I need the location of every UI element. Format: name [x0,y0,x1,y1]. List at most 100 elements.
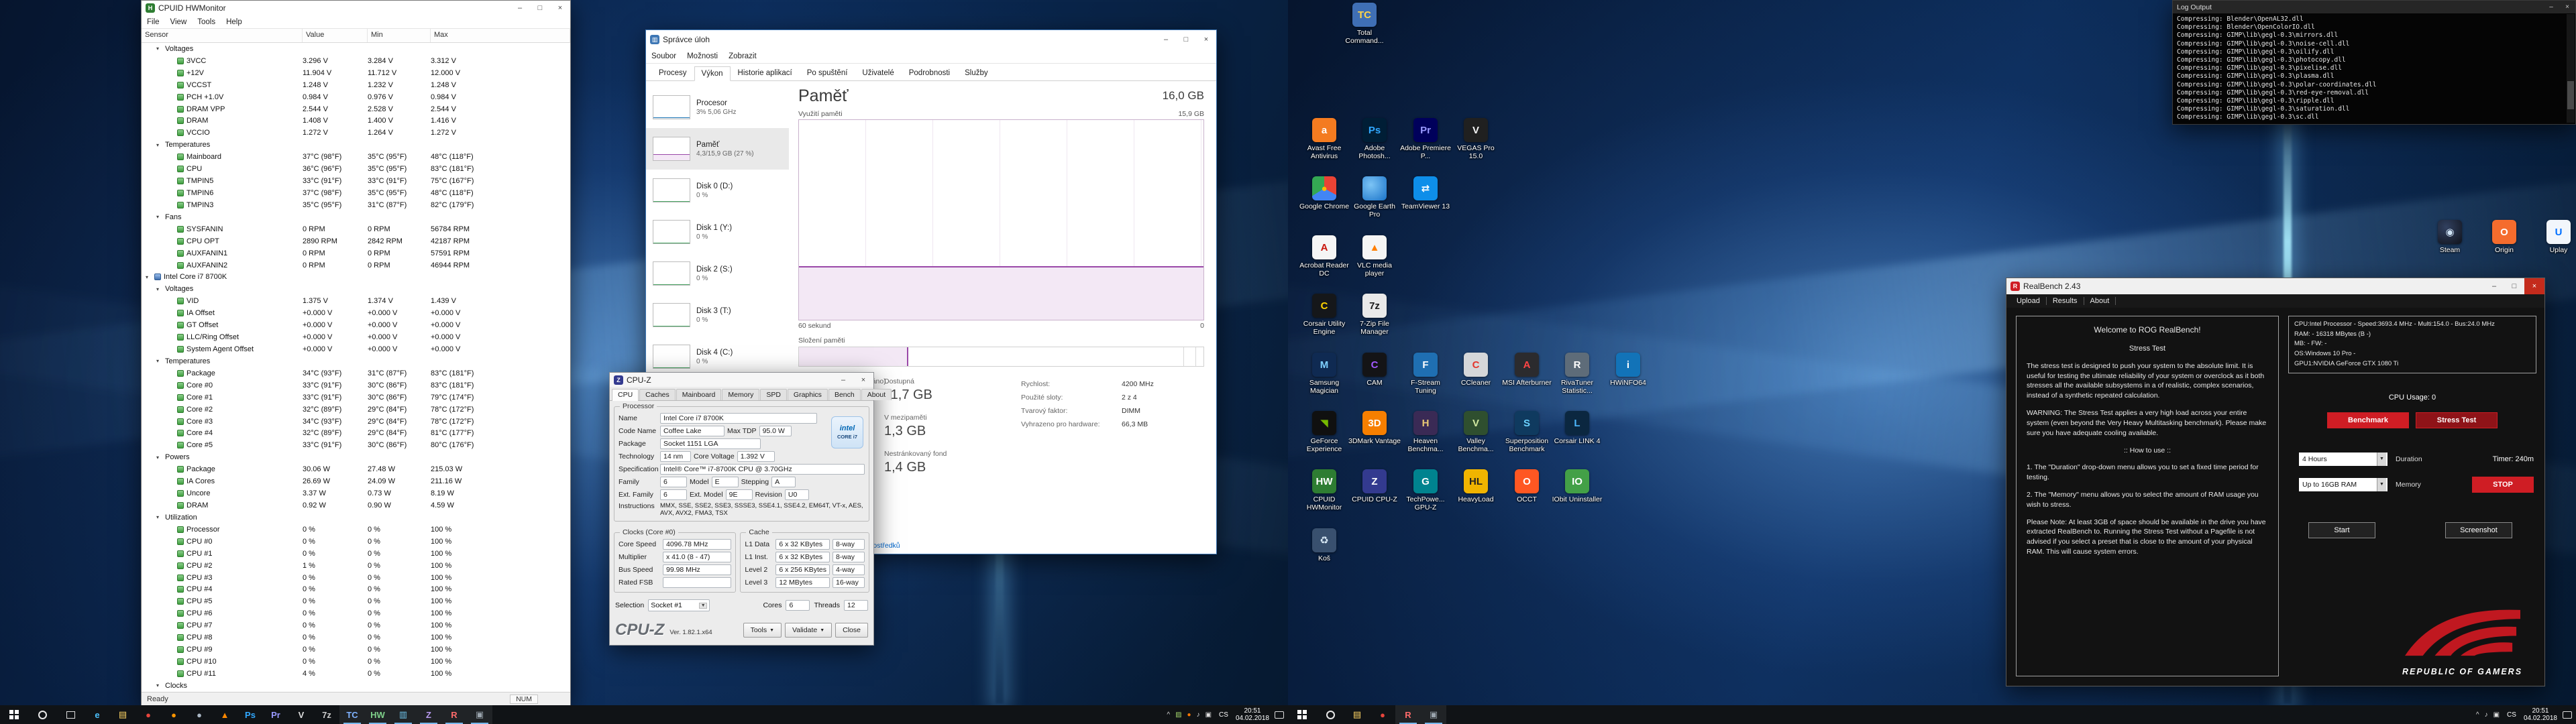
column-header-min[interactable]: Min [368,29,431,42]
sensor-row[interactable]: ▾Core #1 33°C (91°F) 30°C (86°F) 79°C (1… [142,391,570,404]
menu-item[interactable]: Results [2047,297,2084,305]
minimize-button[interactable]: – [510,1,530,15]
sensor-row[interactable]: ▾Mainboard 37°C (98°F) 35°C (95°F) 48°C … [142,151,570,163]
desktop-icon[interactable]: HL HeavyLoad [1450,469,1501,503]
sensor-row[interactable]: ▾AUXFANIN1 0 RPM 0 RPM 57591 RPM [142,247,570,259]
performance-sidebar-item[interactable]: Disk 0 (D:) 0 % [646,170,789,211]
search-button[interactable] [28,705,56,724]
taskbar-clock[interactable]: 20:51 04.02.2018 [1236,707,1269,722]
memory-composition-bar[interactable] [798,347,1204,367]
performance-sidebar-item[interactable]: Disk 3 (T:) 0 % [646,294,789,336]
sensor-row[interactable]: ▾Temperatures [142,139,570,151]
task-view-button[interactable] [56,705,85,724]
tab[interactable]: Po spuštění [800,66,855,80]
sensor-row[interactable]: ▾IA Offset +0.000 V +0.000 V +0.000 V [142,307,570,319]
scrollbar[interactable] [2567,14,2575,123]
sensor-row[interactable]: ▾CPU #6 0 % 0 % 100 % [142,607,570,619]
sensor-row[interactable]: ▾CPU #10 0 % 0 % 100 % [142,656,570,668]
network-tray-icon[interactable]: ▣ [1205,711,1212,719]
desktop-icon[interactable]: O OCCT [1501,469,1552,503]
socket-select[interactable]: Socket #1▼ [648,599,710,611]
menu-item[interactable]: Tools [192,18,221,26]
desktop-icon[interactable]: U Uplay [2533,220,2576,254]
screenshot-button[interactable]: Screenshot [2445,522,2512,538]
performance-sidebar-item[interactable]: Procesor 3% 5,06 GHz [646,86,789,128]
sensor-row[interactable]: ▾VCCIO 1.272 V 1.264 V 1.272 V [142,127,570,139]
sensor-row[interactable]: ▾TMPIN6 37°C (98°F) 35°C (95°F) 48°C (11… [142,187,570,199]
desktop-icon[interactable]: HW CPUID HWMonitor [1299,469,1350,511]
column-header-value[interactable]: Value [303,29,368,42]
desktop-icon[interactable]: ▲ VLC media player [1349,235,1400,278]
sensor-row[interactable]: ▾Processor 0 % 0 % 100 % [142,524,570,536]
sensor-row[interactable]: ▾CPU #8 0 % 0 % 100 % [142,631,570,644]
collapse-icon[interactable]: ▾ [156,682,162,688]
sensor-row[interactable]: ▾TMPIN3 35°C (95°F) 31°C (87°F) 82°C (17… [142,199,570,211]
minimize-button[interactable]: – [2543,1,2559,13]
volume-tray-icon[interactable]: ♪ [2485,711,2488,719]
close-button[interactable]: × [853,373,873,387]
desktop-icon[interactable]: TC Total Command... [1339,3,1390,45]
tab[interactable]: Uživatelé [855,66,901,80]
taskbar-clock[interactable]: 20:51 04.02.2018 [2524,707,2557,722]
firefox-taskbar-icon[interactable]: ● [161,705,186,724]
desktop-icon[interactable]: V Valley Benchma... [1450,411,1501,453]
minimize-button[interactable]: – [833,373,853,387]
menu-item[interactable]: File [142,18,165,26]
task-manager-titlebar[interactable]: ▥ Správce úloh – □ × [646,30,1216,49]
sensor-row[interactable]: ▾+12V 11.904 V 11.712 V 12.000 V [142,67,570,79]
collapse-icon[interactable]: ▾ [156,214,162,220]
desktop-icon[interactable]: M Samsung Magician [1299,353,1350,395]
edge-taskbar-icon[interactable]: e [85,705,110,724]
sensor-row[interactable]: ▾Powers [142,451,570,463]
sensor-row[interactable]: ▾Package 30.06 W 27.48 W 215.03 W [142,463,570,475]
collapse-icon[interactable]: ▾ [156,286,162,292]
collapse-icon[interactable]: ▾ [146,274,152,280]
desktop-icon[interactable]: ◥ GeForce Experience [1299,411,1350,453]
tab[interactable]: Služby [957,66,996,80]
scrollbar-thumb[interactable] [2567,81,2574,109]
sensor-row[interactable]: ▾Intel Core i7 8700K [142,272,570,284]
chrome-taskbar-icon[interactable]: ● [136,705,161,724]
desktop-icon[interactable]: IO IObit Uninstaller [1552,469,1603,503]
sensor-row[interactable]: ▾VCCST 1.248 V 1.232 V 1.248 V [142,79,570,91]
close-button[interactable]: × [2559,1,2575,13]
volume-tray-icon[interactable]: ♪ [1197,711,1200,719]
desktop-icon[interactable]: F F-Stream Tuning [1400,353,1451,395]
desktop-icon[interactable]: H Heaven Benchma... [1400,411,1451,453]
tab[interactable]: Memory [722,389,759,400]
hwmonitor-titlebar[interactable]: H CPUID HWMonitor – □ × [142,1,570,15]
sensor-row[interactable]: ▾CPU #5 0 % 0 % 100 % [142,595,570,607]
total-commander-taskbar-icon[interactable]: TC [339,705,365,724]
antivirus-tray-icon[interactable]: ● [1187,711,1191,719]
desktop-icon[interactable]: ⇄ TeamViewer 13 [1400,176,1451,210]
benchmark-button[interactable]: Benchmark [2327,412,2409,428]
performance-sidebar-item[interactable]: Paměť 4,3/15,9 GB (27 %) [646,128,789,170]
desktop-icon[interactable]: ● Google Chrome [1299,176,1350,210]
desktop-icon[interactable]: O Origin [2479,220,2530,254]
file-explorer-taskbar-icon[interactable]: ▤ [110,705,136,724]
sensor-row[interactable]: ▾Temperatures [142,355,570,367]
desktop-icon[interactable]: Google Earth Pro [1349,176,1400,219]
tab[interactable]: Graphics [788,389,828,400]
sensor-row[interactable]: ▾CPU #4 0 % 0 % 100 % [142,583,570,595]
maximize-button[interactable]: □ [530,1,550,15]
sensor-row[interactable]: ▾GT Offset +0.000 V +0.000 V +0.000 V [142,319,570,331]
minimize-button[interactable]: – [1156,30,1176,49]
maximize-button[interactable]: □ [1176,30,1196,49]
menu-item[interactable]: About [2084,297,2116,305]
collapse-icon[interactable]: ▾ [156,142,162,148]
desktop-icon[interactable]: R RivaTuner Statistic... [1552,353,1603,395]
memory-select[interactable]: Up to 16GB RAM▼ [2299,478,2387,491]
chrome-taskbar-icon[interactable]: ● [1370,705,1395,724]
collapse-icon[interactable]: ▾ [156,358,162,364]
sensor-row[interactable]: ▾Core #0 33°C (91°F) 30°C (86°F) 83°C (1… [142,379,570,391]
desktop-icon[interactable]: L Corsair LINK 4 [1552,411,1603,445]
sensor-row[interactable]: ▾CPU #0 0 % 0 % 100 % [142,536,570,548]
desktop-icon[interactable]: C CAM [1349,353,1400,387]
installer-log-taskbar-icon[interactable]: ▣ [1421,705,1446,724]
start-button[interactable] [0,705,28,724]
tab[interactable]: SPD [760,389,787,400]
menu-item[interactable]: View [165,18,193,26]
desktop-icon[interactable]: C Corsair Utility Engine [1299,294,1350,336]
hidden-icons-chevron[interactable]: ^ [2476,711,2479,719]
